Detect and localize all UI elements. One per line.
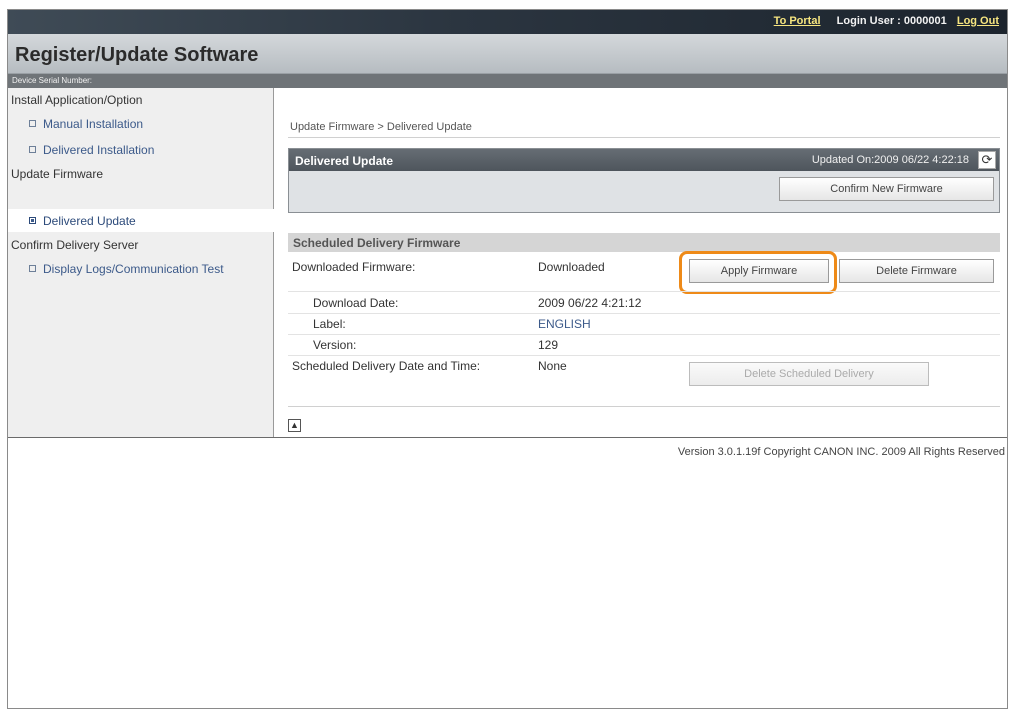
device-serial-bar: Device Serial Number: — [8, 74, 1007, 88]
confirm-new-firmware-button[interactable]: Confirm New Firmware — [779, 177, 994, 201]
header-links: To Portal Login User : 0000001 Log Out — [774, 15, 999, 27]
footer-copyright: Version 3.0.1.19f Copyright CANON INC. 2… — [677, 446, 1005, 458]
bullet-icon — [29, 120, 36, 127]
label-label: Label: — [313, 317, 346, 331]
breadcrumb-divider — [288, 137, 1000, 138]
sidebar-item-display-logs[interactable]: Display Logs/Communication Test — [29, 262, 224, 276]
page-title: Register/Update Software — [15, 44, 259, 66]
scheduled-section-title: Scheduled Delivery Firmware — [293, 236, 461, 250]
bullet-icon — [29, 146, 36, 153]
label-value: ENGLISH — [538, 317, 591, 331]
sidebar-header-update-firmware: Update Firmware — [11, 167, 104, 181]
downloaded-firmware-label: Downloaded Firmware: — [292, 260, 416, 274]
footer-divider — [8, 437, 1007, 438]
bullet-icon — [29, 265, 36, 272]
refresh-icon[interactable]: ⟳ — [978, 151, 996, 169]
scheduled-delivery-value: None — [538, 359, 567, 373]
content-bottom-divider — [288, 406, 1000, 407]
breadcrumb: Update Firmware > Delivered Update — [290, 121, 472, 133]
login-user-label: Login User : 0000001 — [836, 15, 947, 27]
back-to-top-icon[interactable]: ▲ — [288, 419, 301, 432]
sidebar-item-label: Delivered Update — [43, 214, 136, 228]
sidebar-item-manual-installation[interactable]: Manual Installation — [29, 117, 143, 131]
to-portal-link[interactable]: To Portal — [774, 15, 821, 27]
scheduled-delivery-label: Scheduled Delivery Date and Time: — [292, 359, 481, 373]
top-bar: To Portal Login User : 0000001 Log Out — [8, 10, 1007, 34]
sidebar: Install Application/Option Manual Instal… — [8, 88, 274, 437]
downloaded-firmware-value: Downloaded — [538, 260, 605, 274]
panel-title: Delivered Update — [295, 154, 394, 168]
sidebar-item-label: Delivered Installation — [43, 143, 155, 157]
version-value: 129 — [538, 338, 559, 352]
sidebar-item-label: Display Logs/Communication Test — [43, 262, 224, 276]
sidebar-item-delivered-update[interactable]: Delivered Update — [29, 214, 136, 228]
row-divider — [288, 313, 1000, 314]
download-date-value: 2009 06/22 4:21:12 — [538, 296, 642, 310]
main-content: Update Firmware > Delivered Update Deliv… — [274, 88, 1007, 437]
panel-header: Delivered Update Updated On:2009 06/22 4… — [289, 149, 999, 171]
updated-on-text: Updated On:2009 06/22 4:22:18 — [811, 154, 969, 166]
download-date-label: Download Date: — [313, 296, 399, 310]
sidebar-header-install: Install Application/Option — [11, 93, 143, 107]
row-divider — [288, 355, 1000, 356]
delete-scheduled-delivery-button[interactable]: Delete Scheduled Delivery — [689, 362, 929, 386]
scheduled-section-header: Scheduled Delivery Firmware — [288, 233, 1000, 252]
row-divider — [288, 334, 1000, 335]
version-label: Version: — [313, 338, 357, 352]
device-serial-label: Device Serial Number: — [12, 76, 93, 85]
delete-firmware-button[interactable]: Delete Firmware — [839, 259, 994, 283]
title-bar: Register/Update Software — [8, 34, 1007, 74]
sidebar-item-label: Manual Installation — [43, 117, 144, 131]
sidebar-item-delivered-installation[interactable]: Delivered Installation — [29, 143, 154, 157]
app-window: To Portal Login User : 0000001 Log Out R… — [7, 9, 1008, 709]
apply-firmware-highlight — [679, 251, 837, 294]
row-divider — [288, 291, 1000, 292]
bullet-icon — [29, 217, 36, 224]
log-out-link[interactable]: Log Out — [957, 15, 999, 27]
delivered-update-panel: Delivered Update Updated On:2009 06/22 4… — [288, 148, 1000, 213]
sidebar-header-confirm-server: Confirm Delivery Server — [11, 238, 139, 252]
